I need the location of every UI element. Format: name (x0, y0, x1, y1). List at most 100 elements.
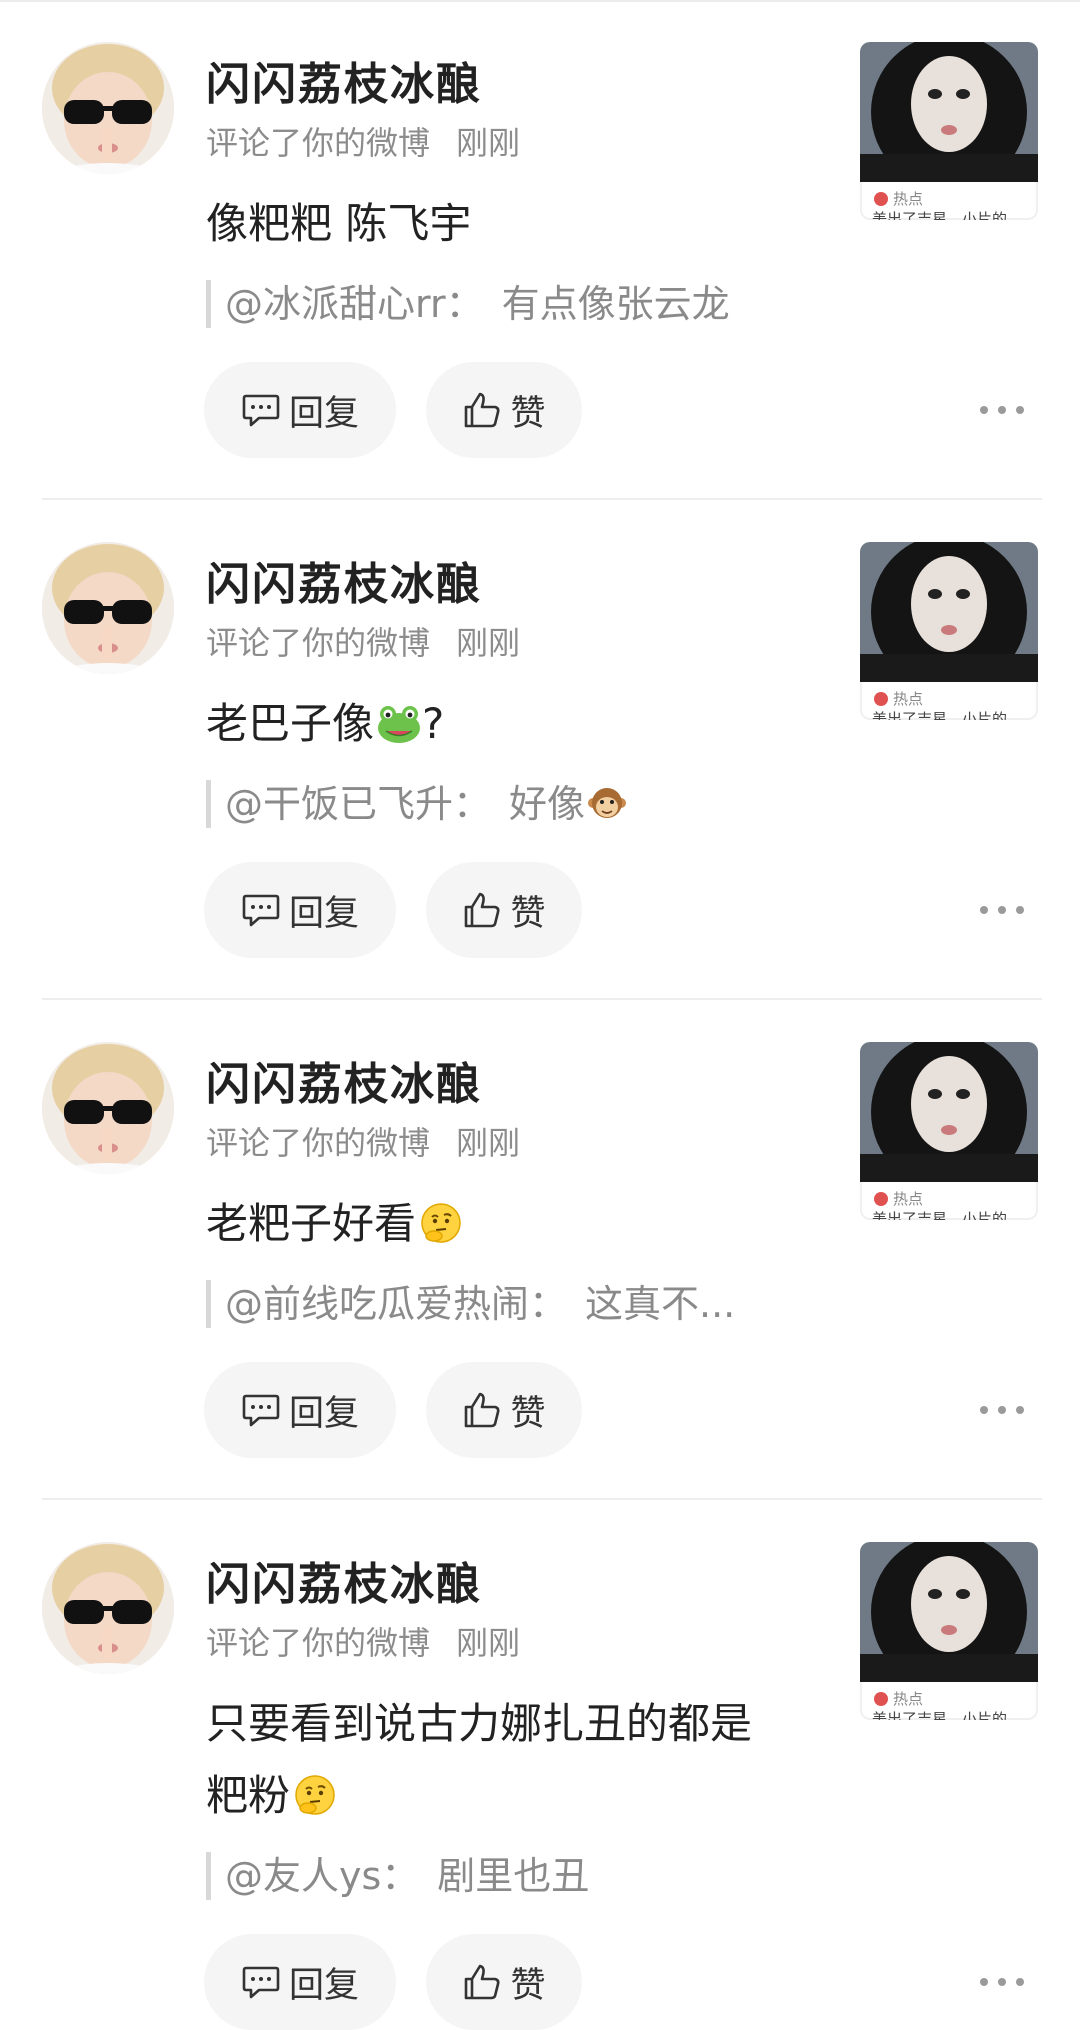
notification-item[interactable]: 闪闪荔枝冰酿 评论了你的微博 刚刚 只要看到说古力娜扎丑的都是 粑粉 @友人ys：… (0, 1500, 1080, 2030)
thinking-emoji-icon (421, 1203, 461, 1243)
hot-tag: 热点 (874, 1688, 923, 1709)
notification-item[interactable]: 闪闪荔枝冰酿 评论了你的微博刚刚 老巴子像? @干饭已飞升： 好像 回复 赞 (0, 500, 1080, 1000)
frog-emoji-icon (378, 706, 421, 743)
hot-icon (874, 691, 888, 706)
action-text: 评论了你的微博 (206, 124, 431, 162)
like-button[interactable]: 赞 (426, 1934, 582, 2030)
comment-text: 像粑粑 陈飞宇 (206, 188, 816, 260)
hot-tag: 热点 (874, 688, 923, 709)
comment-line: 只要看到说古力娜扎丑的都是 (206, 1699, 753, 1748)
reply-button[interactable]: 回复 (204, 362, 396, 458)
quoted-comment[interactable]: @友人ys： 剧里也丑 (206, 1852, 589, 1900)
like-button[interactable]: 赞 (426, 862, 582, 958)
timestamp: 刚刚 (456, 1624, 521, 1662)
thumbnail-caption: 美出了吉星…小片的 (872, 1210, 1008, 1220)
action-text: 评论了你的微博 (206, 1124, 431, 1162)
weibo-thumbnail[interactable]: 热点 美出了吉星…小片的 (860, 1042, 1038, 1220)
username[interactable]: 闪闪荔枝冰酿 (206, 48, 482, 112)
comment-line-2: 粑粉 (206, 1760, 816, 1832)
action-text: 评论了你的微博 (206, 1624, 431, 1662)
hot-tag-label: 热点 (893, 1190, 924, 1208)
weibo-thumbnail[interactable]: 热点 美出了吉星…小片的 (860, 1542, 1038, 1720)
timestamp: 刚刚 (456, 1124, 521, 1162)
quoted-user[interactable]: @前线吃瓜爱热闹： (225, 1282, 567, 1326)
quoted-user[interactable]: @友人ys： (225, 1854, 419, 1898)
reply-label: 回复 (288, 393, 359, 434)
thumbnail-image (860, 1042, 1038, 1182)
comment-text: 老巴子像? (206, 688, 816, 760)
like-label: 赞 (510, 1393, 546, 1434)
thumbnail-caption: 美出了吉星…小片的 (872, 710, 1008, 720)
comment-icon (242, 1966, 280, 1999)
reply-label: 回复 (288, 893, 359, 934)
username[interactable]: 闪闪荔枝冰酿 (206, 1048, 482, 1112)
reply-button[interactable]: 回复 (204, 1934, 396, 2030)
more-options-icon[interactable] (980, 1972, 1024, 1992)
hot-tag-label: 热点 (893, 690, 924, 708)
like-label: 赞 (510, 393, 546, 434)
quoted-comment[interactable]: @前线吃瓜爱热闹： 这真不... (206, 1280, 735, 1328)
notification-meta: 评论了你的微博 刚刚 (206, 118, 520, 164)
like-label: 赞 (510, 893, 546, 934)
hot-tag-label: 热点 (893, 1690, 924, 1708)
quoted-user[interactable]: @冰派甜心rr： (225, 282, 484, 326)
timestamp: 刚刚 (456, 624, 521, 662)
comment-text: 只要看到说古力娜扎丑的都是 粑粉 (206, 1688, 816, 1832)
quoted-comment[interactable]: @干饭已飞升： 好像 (206, 780, 627, 828)
avatar[interactable] (42, 42, 174, 174)
quoted-text: 这真不... (585, 1282, 736, 1326)
thumbnail-caption: 美出了吉星…小片的 (872, 1710, 1008, 1720)
comment-suffix: ? (422, 699, 445, 748)
quoted-comment[interactable]: @冰派甜心rr： 有点像张云龙 (206, 280, 730, 328)
thumbs-up-icon (465, 892, 500, 928)
hot-tag: 热点 (874, 188, 923, 209)
like-button[interactable]: 赞 (426, 1362, 582, 1458)
thumbnail-caption: 美出了吉星…小片的 (872, 210, 1008, 220)
monkey-emoji-icon (588, 788, 627, 818)
notification-item[interactable]: 闪闪荔枝冰酿 评论了你的微博 刚刚 老粑子好看 @前线吃瓜爱热闹： 这真不... 回… (0, 1000, 1080, 1500)
notification-item[interactable]: 闪闪荔枝冰酿 评论了你的微博 刚刚 像粑粑 陈飞宇 @冰派甜心rr： 有点像张云龙 … (0, 0, 1080, 500)
like-label: 赞 (510, 1965, 546, 2006)
weibo-thumbnail[interactable]: 热点 美出了吉星…小片的 (860, 42, 1038, 220)
timestamp: 刚刚 (456, 124, 521, 162)
comment-line: 老粑子好看 (206, 1199, 417, 1248)
comment-icon (242, 894, 280, 927)
avatar[interactable] (42, 1042, 174, 1174)
avatar[interactable] (42, 1542, 174, 1674)
hot-tag: 热点 (874, 1188, 923, 1209)
quoted-text: 剧里也丑 (437, 1854, 590, 1898)
quoted-user[interactable]: @干饭已飞升： (225, 782, 491, 826)
thumbnail-image (860, 1542, 1038, 1682)
notification-meta: 评论了你的微博 刚刚 (206, 618, 520, 664)
avatar[interactable] (42, 542, 174, 674)
more-options-icon[interactable] (980, 900, 1024, 920)
username[interactable]: 闪闪荔枝冰酿 (206, 1548, 482, 1612)
notification-meta: 评论了你的微博 刚刚 (206, 1118, 520, 1164)
comment-line-text: 粑粉 (206, 1771, 291, 1820)
comment-icon (242, 1394, 280, 1427)
thinking-emoji-icon (295, 1775, 335, 1815)
more-options-icon[interactable] (980, 1400, 1024, 1420)
hot-icon (874, 191, 888, 206)
reply-button[interactable]: 回复 (204, 862, 396, 958)
reply-label: 回复 (288, 1393, 359, 1434)
thumbs-up-icon (465, 392, 500, 428)
thumbs-up-icon (465, 1964, 500, 2000)
comment-line: 老巴子像 (206, 699, 375, 748)
username[interactable]: 闪闪荔枝冰酿 (206, 548, 482, 612)
thumbs-up-icon (465, 1392, 500, 1428)
comment-line: 像粑粑 陈飞宇 (206, 199, 472, 248)
comment-icon (242, 394, 280, 427)
more-options-icon[interactable] (980, 400, 1024, 420)
notification-meta: 评论了你的微博 刚刚 (206, 1618, 520, 1664)
hot-tag-label: 热点 (893, 190, 924, 208)
reply-button[interactable]: 回复 (204, 1362, 396, 1458)
action-text: 评论了你的微博 (206, 624, 431, 662)
reply-label: 回复 (288, 1965, 359, 2006)
like-button[interactable]: 赞 (426, 362, 582, 458)
comment-text: 老粑子好看 (206, 1188, 816, 1260)
weibo-thumbnail[interactable]: 热点 美出了吉星…小片的 (860, 542, 1038, 720)
quoted-text: 好像 (509, 782, 586, 826)
thumbnail-image (860, 542, 1038, 682)
hot-icon (874, 1691, 888, 1706)
